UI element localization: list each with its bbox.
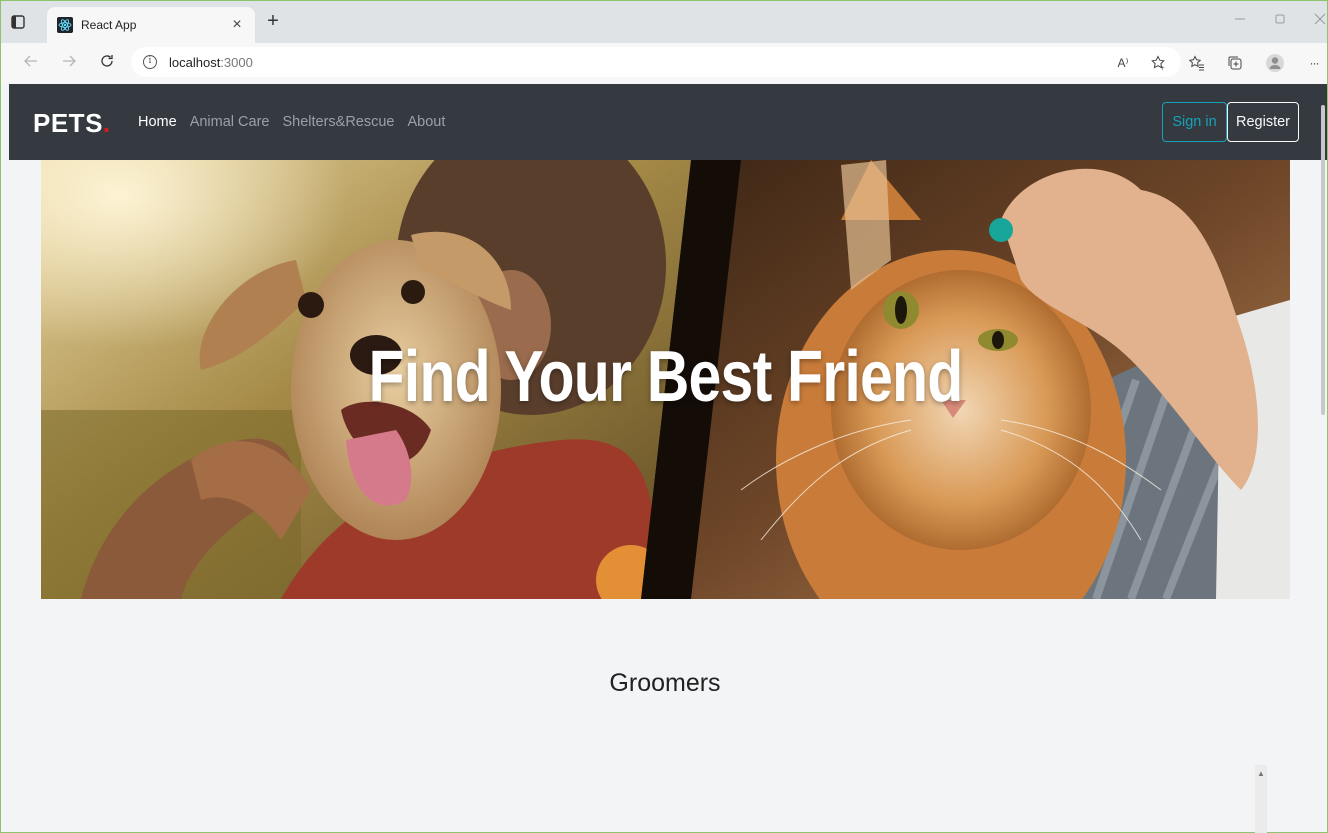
new-tab-button[interactable]: + <box>263 11 283 32</box>
profile-icon[interactable] <box>1265 53 1285 73</box>
brand-dot: . <box>102 108 111 138</box>
back-arrow-icon[interactable] <box>21 53 41 73</box>
maximize-icon[interactable] <box>1273 13 1287 27</box>
refresh-icon[interactable] <box>97 53 117 73</box>
forward-arrow-icon[interactable] <box>59 53 79 73</box>
url-host: localhost <box>169 54 221 70</box>
inner-scrollbar[interactable]: ▲ <box>1255 765 1267 833</box>
close-window-icon[interactable] <box>1313 13 1327 27</box>
url-input[interactable]: i localhost:3000 <box>131 47 1181 77</box>
browser-window: React App × + i localhost:3000 A⁾ + ···… <box>0 0 1328 833</box>
scrollbar-thumb[interactable] <box>1321 105 1325 415</box>
more-icon[interactable]: ··· <box>1304 53 1324 73</box>
page-scrollbar[interactable] <box>1319 85 1327 833</box>
read-aloud-icon[interactable]: A⁾ <box>1113 53 1133 73</box>
collections-icon[interactable] <box>1225 53 1245 73</box>
svg-text:+: + <box>1160 65 1165 71</box>
browser-tab[interactable]: React App × <box>47 7 255 43</box>
section-title-groomers: Groomers <box>609 669 721 697</box>
minimize-icon[interactable] <box>1233 13 1247 27</box>
url-port: :3000 <box>220 54 253 70</box>
register-button[interactable]: Register <box>1227 102 1299 142</box>
add-favorite-icon[interactable]: + <box>1149 53 1169 73</box>
hero-banner: Find Your Best Friend <box>41 160 1290 599</box>
nav-link-shelters-rescue[interactable]: Shelters&Rescue <box>282 114 394 130</box>
nav-link-home[interactable]: Home <box>138 114 177 130</box>
browser-address-bar: i localhost:3000 A⁾ + ··· <box>1 43 1327 83</box>
browser-tab-bar: React App × + <box>1 1 1327 43</box>
tab-title: React App <box>81 18 137 32</box>
tab-close-icon[interactable]: × <box>229 16 245 34</box>
app-navbar: PETS. Home Animal Care Shelters&Rescue A… <box>9 84 1327 160</box>
info-icon[interactable]: i <box>143 55 157 69</box>
nav-link-about[interactable]: About <box>408 114 446 130</box>
brand-logo[interactable]: PETS. <box>33 108 111 139</box>
nav-link-animal-care[interactable]: Animal Care <box>190 114 270 130</box>
sign-in-button[interactable]: Sign in <box>1162 102 1227 142</box>
favorites-icon[interactable] <box>1187 53 1207 73</box>
brand-text: PETS <box>33 108 103 138</box>
hero-title: Find Your Best Friend <box>368 337 963 417</box>
scroll-up-icon[interactable]: ▲ <box>1255 769 1267 778</box>
sidebar-toggle-icon[interactable] <box>9 13 27 31</box>
react-logo-icon <box>57 17 73 33</box>
nav-links: Home Animal Care Shelters&Rescue About <box>138 114 458 130</box>
